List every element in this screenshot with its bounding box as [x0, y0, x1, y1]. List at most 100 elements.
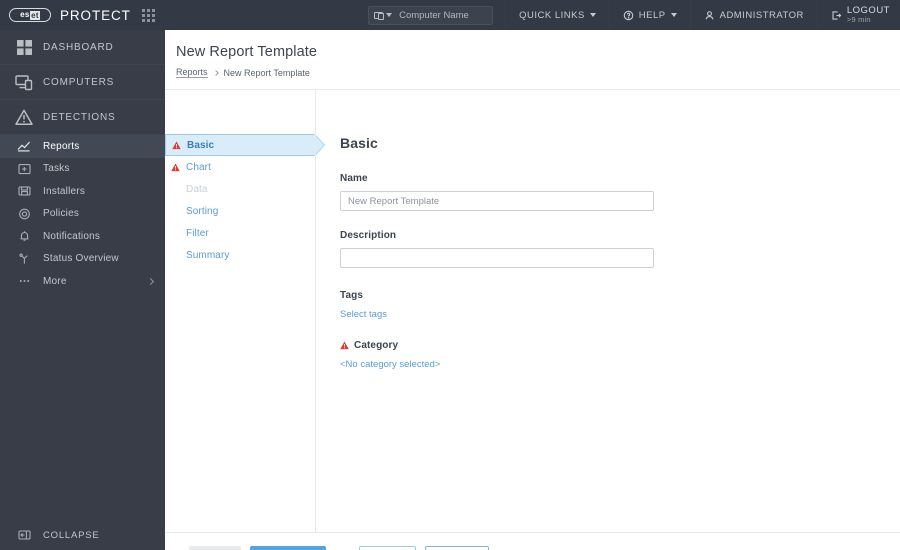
sidebar-item-more[interactable]: More: [0, 270, 165, 293]
logout-icon: [832, 10, 842, 20]
computer-search-text: Computer Name: [399, 9, 469, 21]
sidebar-collapse-label: COLLAPSE: [43, 529, 100, 541]
sidebar-item-more-label: More: [43, 275, 67, 287]
category-label-text: Category: [354, 340, 399, 351]
sidebar-item-installers[interactable]: Installers: [0, 180, 165, 203]
tasks-icon: [9, 163, 39, 175]
reports-chart-icon: [9, 140, 39, 152]
product-name: PROTECT: [60, 7, 131, 23]
chevron-down-icon[interactable]: [386, 13, 393, 17]
chevron-down-icon: [589, 13, 596, 17]
description-field-label: Description: [340, 230, 397, 241]
sidebar-item-installers-label: Installers: [43, 185, 86, 197]
notifications-bell-icon: [9, 230, 39, 242]
sidebar-item-notifications-label: Notifications: [43, 230, 101, 242]
chevron-right-icon: [212, 69, 219, 76]
chevron-down-icon: [670, 13, 677, 17]
wizard-step-sorting-label: Sorting: [186, 205, 219, 217]
wizard-step-data-label: Data: [186, 183, 208, 195]
header-logout[interactable]: LOGOUT >9 min: [816, 0, 900, 30]
policies-icon: [9, 208, 39, 220]
cancel-button[interactable]: CANCEL: [424, 546, 490, 550]
wizard-step-filter-label: Filter: [186, 227, 209, 239]
wizard-step-summary[interactable]: Summary: [165, 244, 315, 266]
sidebar-item-dashboard[interactable]: DASHBOARD: [0, 30, 165, 65]
sidebar-item-detections[interactable]: DETECTIONS: [0, 100, 165, 135]
sidebar-item-notifications[interactable]: Notifications: [0, 225, 165, 248]
installers-icon: [9, 185, 39, 197]
question-circle-icon: [623, 10, 634, 20]
page-header: New Report Template Reports New Report T…: [165, 30, 900, 89]
sidebar-item-dashboard-label: DASHBOARD: [43, 41, 114, 53]
form-heading: Basic: [340, 135, 378, 151]
eset-logo-right: et: [30, 10, 40, 20]
wizard-step-chart[interactable]: Chart: [165, 156, 315, 178]
finish-button[interactable]: FINISH: [358, 546, 416, 550]
sidebar-item-reports-label: Reports: [43, 140, 80, 152]
wizard-steps: Basic Chart Data Sorting Filter Summary: [165, 90, 325, 550]
sidebar-item-computers-label: COMPUTERS: [43, 76, 115, 88]
wizard-step-sorting[interactable]: Sorting: [165, 200, 315, 222]
header-help[interactable]: HELP: [608, 0, 690, 30]
sidebar-item-detections-label: DETECTIONS: [43, 111, 116, 123]
tags-field-label: Tags: [340, 290, 363, 301]
header-quick-links[interactable]: QUICK LINKS: [505, 0, 609, 30]
wizard-step-basic[interactable]: Basic: [165, 134, 325, 156]
description-input[interactable]: [340, 248, 654, 268]
wizard-step-filter[interactable]: Filter: [165, 222, 315, 244]
app-header: es et PROTECT Computer Name QUICK LINKS H…: [0, 0, 900, 30]
eset-logo-left: es: [20, 10, 30, 19]
basic-form-panel: Basic Name Description Tags Select tags …: [316, 90, 900, 532]
name-input[interactable]: [340, 191, 654, 211]
wizard-step-basic-label: Basic: [187, 139, 215, 151]
breadcrumb-root-link[interactable]: Reports: [176, 67, 208, 78]
sidebar-item-computers[interactable]: COMPUTERS: [0, 65, 165, 100]
header-help-label: HELP: [638, 9, 666, 21]
wizard-step-chart-label: Chart: [186, 161, 211, 173]
sidebar-item-tasks[interactable]: Tasks: [0, 158, 165, 181]
name-field-label: Name: [340, 173, 368, 184]
logout-text-stack: LOGOUT >9 min: [847, 6, 890, 24]
select-tags-link[interactable]: Select tags: [340, 309, 387, 320]
wizard-step-data: Data: [165, 178, 315, 200]
warning-triangle-icon: [171, 163, 180, 171]
computer-search-input[interactable]: Computer Name: [368, 5, 494, 25]
sidebar-nav: DASHBOARD COMPUTERS DETECTIONS Reports T…: [0, 30, 165, 550]
session-timer: >9 min: [846, 15, 871, 25]
dashboard-icon: [9, 39, 39, 56]
sidebar-item-reports[interactable]: Reports: [0, 135, 165, 158]
breadcrumb: Reports New Report Template: [176, 67, 900, 78]
warning-triangle-icon: [9, 109, 39, 126]
brand-area: es et PROTECT: [0, 0, 165, 30]
eset-logo-icon: es et: [9, 8, 51, 22]
continue-button[interactable]: CONTINUE: [250, 546, 326, 550]
monitor-icon: [374, 11, 385, 20]
page-content: New Report Template Reports New Report T…: [165, 30, 900, 550]
header-spacer: [165, 0, 368, 30]
warning-triangle-icon: [340, 341, 349, 350]
category-select-link[interactable]: <No category selected>: [340, 359, 440, 370]
header-quick-links-label: QUICK LINKS: [519, 9, 585, 21]
ellipsis-icon: [9, 275, 39, 287]
sidebar-item-tasks-label: Tasks: [43, 163, 70, 175]
back-button[interactable]: BACK: [189, 546, 241, 550]
warning-triangle-icon: [172, 141, 181, 149]
chevron-right-icon: [146, 277, 155, 285]
sidebar-item-policies[interactable]: Policies: [0, 203, 165, 226]
breadcrumb-current: New Report Template: [223, 67, 310, 78]
header-administrator-label: ADMINISTRATOR: [719, 9, 804, 21]
user-icon: [705, 10, 713, 19]
wizard-step-summary-label: Summary: [186, 249, 230, 261]
sidebar-item-status-overview-label: Status Overview: [43, 253, 119, 265]
computers-icon: [9, 74, 39, 91]
status-overview-icon: [9, 253, 39, 265]
page-title: New Report Template: [176, 44, 318, 60]
collapse-panel-icon: [9, 529, 39, 541]
category-field-label: Category: [340, 340, 900, 351]
sidebar-item-policies-label: Policies: [43, 208, 80, 220]
sidebar-collapse-button[interactable]: COLLAPSE: [0, 520, 165, 550]
sidebar-item-status-overview[interactable]: Status Overview: [0, 248, 165, 271]
header-administrator[interactable]: ADMINISTRATOR: [689, 0, 817, 30]
wizard-footer: BACK CONTINUE FINISH CANCEL: [165, 533, 900, 550]
apps-grid-icon[interactable]: [141, 8, 155, 22]
